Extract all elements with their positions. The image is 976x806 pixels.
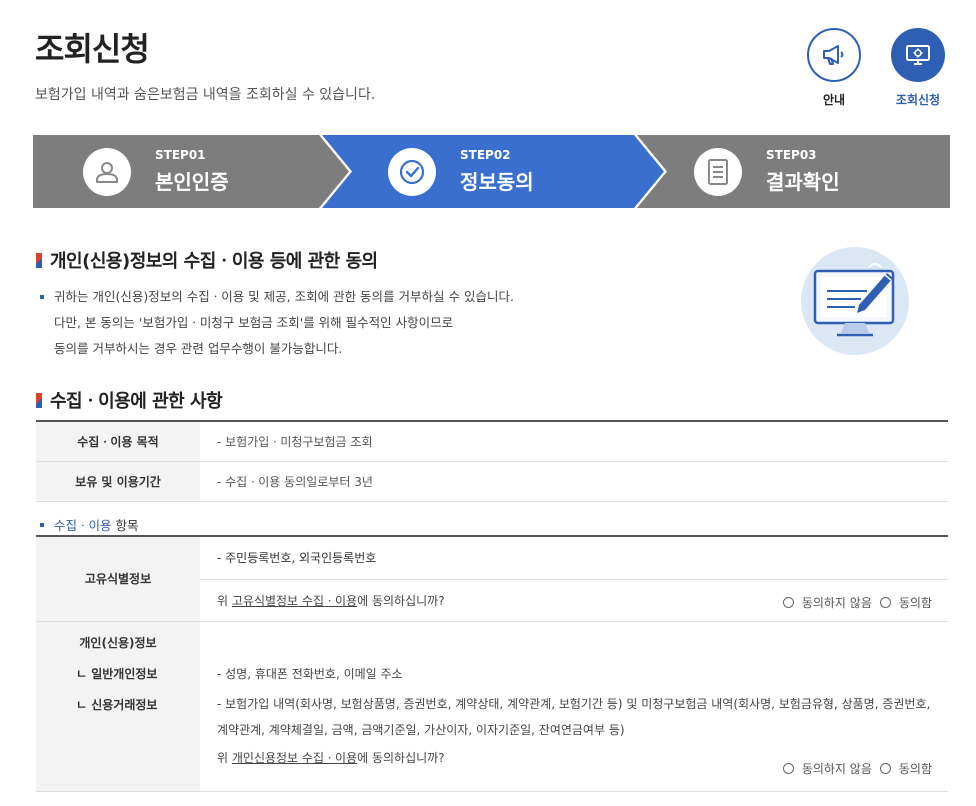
- step-3: STEP03 결과확인: [694, 135, 840, 208]
- personal-agree-option[interactable]: 동의함: [879, 760, 932, 777]
- unique-consent-question: 위 고유식별정보 수집ㆍ이용에 동의하십니까?: [217, 593, 445, 608]
- step-3-name: 결과확인: [766, 170, 840, 194]
- personal-info-label: 개인(신용)정보: [79, 635, 157, 650]
- table-row: 고유식별정보 - 주민등록번호, 외국인등록번호: [36, 536, 948, 622]
- consent-section-title: 개인(신용)정보의 수집ㆍ이용 등에 관한 동의: [36, 247, 378, 273]
- radio-button[interactable]: [879, 762, 891, 774]
- unique-disagree-option[interactable]: 동의하지 않음: [782, 594, 872, 611]
- step-1: STEP01 본인인증: [83, 135, 229, 208]
- general-info-label: ㄴ 일반개인정보: [76, 666, 158, 681]
- consent-illustration: [801, 247, 909, 355]
- step-2: STEP02 정보동의: [388, 135, 534, 208]
- unique-consent-radio-group: 동의하지 않음 동의함: [782, 594, 932, 611]
- unique-agree-option[interactable]: 동의함: [879, 594, 932, 611]
- megaphone-icon: [823, 45, 844, 65]
- credit-info-label: ㄴ 신용거래정보: [76, 697, 158, 712]
- step-2-name: 정보동의: [460, 170, 534, 194]
- collection-section-title: 수집ㆍ이용에 관한 사항: [36, 387, 223, 413]
- bullet-icon: [40, 523, 44, 527]
- page-subtitle: 보험가입 내역과 숨은보험금 내역을 조회하실 수 있습니다.: [35, 87, 376, 103]
- unique-consent-cell: 위 고유식별정보 수집ㆍ이용에 동의하십니까? 동의하지 않음 동의함: [200, 579, 948, 622]
- step-2-num: STEP02: [460, 148, 511, 162]
- monitor-icon: [906, 45, 930, 65]
- consent-line-3: 동의를 거부하시는 경우 관련 업무수행이 불가능합니다.: [54, 341, 343, 356]
- consent-line-1: 귀하는 개인(신용)정보의 수집ㆍ이용 및 제공, 조회에 관한 동의를 거부하…: [54, 289, 514, 304]
- retention-value: - 수집ㆍ이용 동의일로부터 3년: [200, 461, 948, 502]
- retention-header: 보유 및 이용기간: [36, 461, 200, 502]
- step-1-num: STEP01: [155, 148, 206, 162]
- table-row: 보유 및 이용기간 - 수집ㆍ이용 동의일로부터 3년: [36, 461, 948, 502]
- section-mark-icon: [36, 253, 42, 268]
- credit-info-value-2: 계약관계, 계약체결일, 금액, 금액기준일, 가산이자, 이자기준일, 잔여연…: [217, 722, 625, 737]
- personal-info-header: 개인(신용)정보 ㄴ 일반개인정보 ㄴ 신용거래정보: [36, 621, 200, 792]
- monitor-pen-illustration: [813, 263, 895, 337]
- consent-line-2: 다만, 본 동의는 '보험가입ㆍ미청구 보험금 조회'를 위해 필수적인 사항이…: [54, 315, 454, 330]
- unique-info-value: - 주민등록번호, 외국인등록번호: [200, 536, 948, 580]
- consent-description: 귀하는 개인(신용)정보의 수집ㆍ이용 및 제공, 조회에 관한 동의를 거부하…: [40, 284, 514, 362]
- inquiry-button[interactable]: 조회신청: [890, 28, 946, 108]
- document-icon: [708, 158, 728, 185]
- items-label: 수집ㆍ이용 항목: [40, 515, 139, 534]
- page-title: 조회신청: [35, 30, 150, 68]
- general-info-value: - 성명, 휴대폰 전화번호, 이메일 주소: [217, 666, 403, 681]
- radio-button[interactable]: [782, 762, 794, 774]
- inquiry-label: 조회신청: [895, 93, 941, 107]
- step-3-num: STEP03: [766, 148, 817, 162]
- radio-button[interactable]: [782, 596, 794, 608]
- check-circle-icon: [399, 159, 425, 184]
- credit-info-value-1: - 보험가입 내역(회사명, 보험상품명, 증권번호, 계약상태, 계약관계, …: [217, 696, 931, 711]
- radio-button[interactable]: [879, 596, 891, 608]
- guide-label: 안내: [822, 93, 846, 107]
- bullet-icon: [40, 295, 44, 299]
- purpose-header: 수집ㆍ이용 목적: [36, 421, 200, 462]
- items-table: 고유식별정보 - 주민등록번호, 외국인등록번호 위 고유식별정보 수집ㆍ이용에…: [36, 535, 948, 792]
- unique-info-header: 고유식별정보: [36, 536, 200, 622]
- section-mark-icon: [36, 393, 42, 408]
- collection-table: 수집ㆍ이용 목적 - 보험가입ㆍ미청구보험금 조회 보유 및 이용기간 - 수집…: [36, 420, 948, 502]
- step-1-name: 본인인증: [155, 170, 229, 194]
- step-progress-bar: STEP01 본인인증 STEP02 정보동의 STEP03 결과확인: [33, 135, 950, 208]
- personal-disagree-option[interactable]: 동의하지 않음: [782, 760, 872, 777]
- personal-info-cell: - 성명, 휴대폰 전화번호, 이메일 주소 - 보험가입 내역(회사명, 보험…: [200, 621, 948, 792]
- guide-button[interactable]: 안내: [806, 28, 862, 108]
- personal-consent-radio-group: 동의하지 않음 동의함: [782, 760, 932, 777]
- table-row: 개인(신용)정보 ㄴ 일반개인정보 ㄴ 신용거래정보 - 성명, 휴대폰 전화번…: [36, 621, 948, 792]
- person-icon: [96, 161, 118, 183]
- purpose-value: - 보험가입ㆍ미청구보험금 조회: [200, 421, 948, 462]
- table-row: 수집ㆍ이용 목적 - 보험가입ㆍ미청구보험금 조회: [36, 421, 948, 462]
